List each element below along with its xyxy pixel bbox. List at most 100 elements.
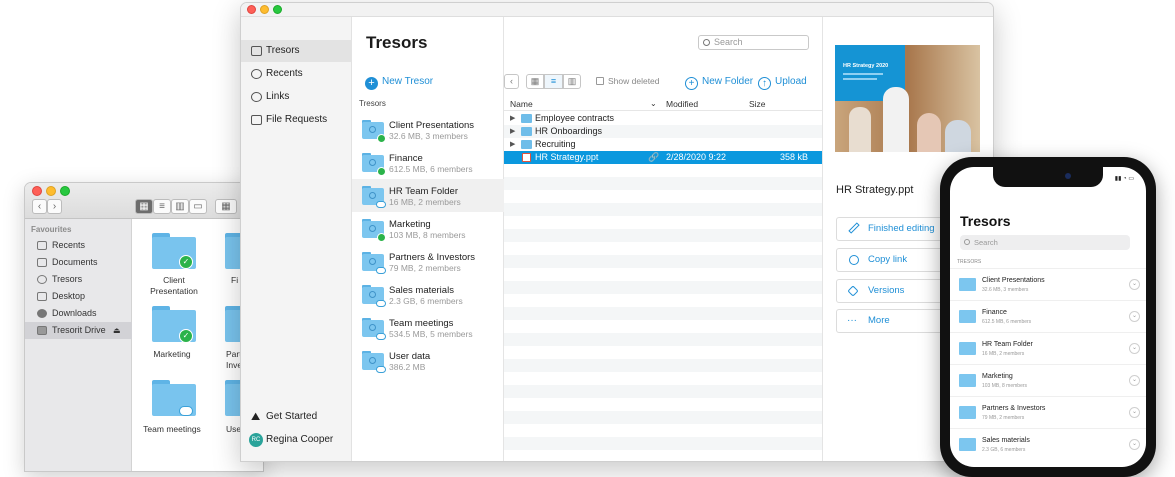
link-icon [849, 255, 859, 265]
expand-arrow-icon[interactable]: ▶ [510, 138, 515, 151]
plus-icon: + [685, 77, 698, 90]
get-started-link[interactable]: ⛰ Get Started [241, 406, 352, 428]
finder-item-recents[interactable]: Recents [25, 237, 132, 254]
eject-icon[interactable]: ⏏ [113, 322, 121, 339]
tresor-meta: 612.5 MB, 6 members [389, 164, 473, 174]
tresor-meta: 16 MB, 2 members [389, 197, 461, 207]
tresor-row-selected[interactable]: HR Team Folder 16 MB, 2 members [352, 179, 504, 212]
chevron-down-icon[interactable]: ⌄ [1129, 311, 1140, 322]
finder-item-label: Recents [52, 240, 86, 250]
chevron-down-icon[interactable]: ⌄ [1129, 279, 1140, 290]
gallery-view-button[interactable]: ▭ [189, 199, 207, 214]
phone-tresor-row[interactable]: HR Team Folder 16 MB, 2 members ⌄ [950, 332, 1146, 364]
chevron-down-icon[interactable]: ⌄ [1129, 439, 1140, 450]
folder-icon [362, 252, 386, 274]
back-button[interactable]: ‹ [504, 74, 519, 89]
user-profile[interactable]: RC Regina Cooper [241, 429, 352, 451]
icon-view-button[interactable]: ▦ [135, 199, 153, 214]
list-view-button[interactable]: ≡ [544, 74, 563, 89]
phone-search-input[interactable]: Search [960, 235, 1130, 250]
nav-tresors[interactable]: Tresors [241, 40, 352, 62]
column-view-button[interactable]: ▥ [171, 199, 189, 214]
minimize-button[interactable] [46, 186, 56, 196]
column-view-button[interactable]: ▥ [563, 74, 581, 89]
tresor-row[interactable]: Client Presentations 32.6 MB, 3 members [352, 113, 504, 146]
finder-item-documents[interactable]: Documents [25, 254, 132, 271]
zoom-button[interactable] [273, 5, 282, 14]
sort-chevron-icon[interactable]: ⌄ [650, 99, 657, 108]
minimize-button[interactable] [260, 5, 269, 14]
back-button[interactable]: ‹ [32, 199, 47, 214]
nav-file-requests[interactable]: File Requests [241, 109, 352, 131]
tresor-row[interactable]: Team meetings 534.5 MB, 5 members [352, 311, 504, 344]
phone-screen: ▮▮ ◔ ▭ Tresors Search TRESORS Client Pre… [950, 167, 1146, 467]
chevron-down-icon[interactable]: ⌄ [1129, 407, 1140, 418]
tresor-meta: 79 MB, 2 members [389, 263, 461, 273]
grid-view-button[interactable]: ▦ [526, 74, 544, 89]
file-thumbnail[interactable]: HR Strategy 2020 [835, 45, 980, 152]
upload-button[interactable]: ↑ Upload [758, 74, 807, 90]
close-button[interactable] [32, 186, 42, 196]
finder-item-tresors[interactable]: Tresors [25, 271, 132, 288]
chevron-down-icon[interactable]: ⌄ [1129, 375, 1140, 386]
col-name[interactable]: Name [510, 99, 533, 109]
status-icons: ▮▮ ◔ ▭ [1114, 176, 1134, 182]
app-sidebar: Tresors Recents Links File Requests ⛰ Get… [241, 17, 352, 461]
tresor-row[interactable]: Finance 612.5 MB, 6 members [352, 146, 504, 179]
new-tresor-button[interactable]: + New Tresor [365, 75, 433, 90]
finder-window: ‹ › ▦ ≡ ▥ ▭ ▦ Favourites Recents Documen… [24, 182, 264, 472]
list-view-button[interactable]: ≡ [153, 199, 171, 214]
forward-button[interactable]: › [47, 199, 62, 214]
phone-section-header: TRESORS [957, 259, 982, 265]
tresor-meta: 32.6 MB, 3 members [389, 131, 468, 141]
link-icon[interactable]: 🔗 [648, 151, 659, 164]
nav-links[interactable]: Links [241, 86, 352, 108]
finder-item-tresorit-drive[interactable]: Tresorit Drive ⏏ [25, 322, 132, 339]
chevron-down-icon[interactable]: ⌄ [1129, 343, 1140, 354]
tresor-meta: 79 MB, 2 members [982, 415, 1025, 421]
phone-tresor-row[interactable]: Client Presentations 32.6 MB, 3 members ⌄ [950, 268, 1146, 300]
tresor-name: Partners & Investors [982, 405, 1046, 412]
mountain-icon: ⛰ [251, 411, 261, 423]
tresor-name: Finance [982, 309, 1007, 316]
expand-arrow-icon[interactable]: ▶ [510, 112, 515, 125]
col-modified[interactable]: Modified [666, 99, 698, 109]
synced-check-icon: ✓ [179, 329, 193, 343]
phone-tresor-row[interactable]: Marketing 103 MB, 8 members ⌄ [950, 364, 1146, 396]
show-deleted-toggle[interactable]: Show deleted [596, 76, 660, 86]
folder-label: Team meetings [143, 424, 201, 434]
versions-button[interactable]: Versions [836, 279, 946, 303]
search-input[interactable]: Search [698, 35, 809, 50]
copy-link-button[interactable]: Copy link [836, 248, 946, 272]
tresor-row[interactable]: Sales materials 2.3 GB, 6 members [352, 278, 504, 311]
more-button[interactable]: ··· More [836, 309, 946, 333]
new-folder-button[interactable]: + New Folder [685, 74, 753, 90]
action-label: Finished editing [868, 223, 935, 234]
file-row-selected[interactable]: HR Strategy.ppt 🔗 2/28/2020 9:22 358 kB [504, 151, 822, 164]
finder-item-desktop[interactable]: Desktop [25, 288, 132, 305]
col-size[interactable]: Size [749, 99, 766, 109]
tresor-row[interactable]: Partners & Investors 79 MB, 2 members [352, 245, 504, 278]
finder-item-downloads[interactable]: Downloads [25, 305, 132, 322]
zoom-button[interactable] [60, 186, 70, 196]
file-row-folder[interactable]: ▶ HR Onboardings [504, 125, 822, 138]
tresor-row[interactable]: User data 386.2 MB [352, 344, 504, 377]
tresor-name: Marketing [389, 219, 431, 230]
phone-tresor-row[interactable]: Sales materials 2.3 GB, 6 members ⌄ [950, 428, 1146, 460]
folder-icon [959, 406, 976, 419]
tresor-row[interactable]: Marketing 103 MB, 8 members [352, 212, 504, 245]
phone-tresor-row[interactable]: Partners & Investors 79 MB, 2 members ⌄ [950, 396, 1146, 428]
file-row-folder[interactable]: ▶ Employee contracts [504, 112, 822, 125]
file-row-folder[interactable]: ▶ Recruiting [504, 138, 822, 151]
finder-item-label: Desktop [52, 291, 86, 301]
recents-icon [37, 241, 47, 250]
group-button[interactable]: ▦ [215, 199, 237, 214]
ppt-file-icon [522, 153, 531, 162]
finder-item-label: Tresors [52, 274, 83, 284]
close-button[interactable] [247, 5, 256, 14]
finished-editing-button[interactable]: Finished editing [836, 217, 946, 241]
expand-arrow-icon[interactable]: ▶ [510, 125, 515, 138]
nav-label: Tresors [266, 45, 300, 56]
phone-tresor-row[interactable]: Finance 612.5 MB, 6 members ⌄ [950, 300, 1146, 332]
nav-recents[interactable]: Recents [241, 63, 352, 85]
